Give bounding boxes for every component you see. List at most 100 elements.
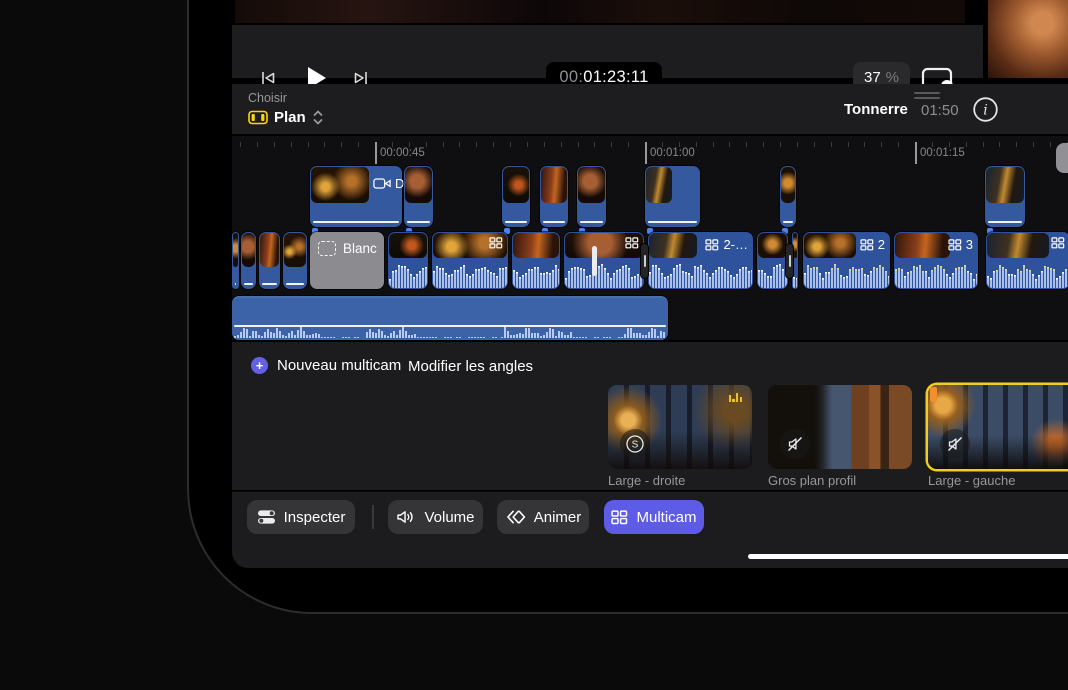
audio-waveform — [565, 261, 643, 288]
new-multicam-button[interactable]: + Nouveau multicam — [251, 357, 401, 374]
timeline-scroll-handle[interactable] — [1056, 143, 1068, 173]
clip-thumbnail — [758, 233, 787, 258]
ruler-tick — [308, 142, 309, 147]
connected-clip[interactable]: D — [310, 166, 402, 227]
toolbar-divider — [372, 505, 374, 529]
audio-clip[interactable] — [232, 296, 668, 340]
ruler-tick — [561, 142, 562, 147]
edit-angles-button[interactable]: Modifier les angles — [408, 358, 533, 375]
camera-icon — [373, 177, 391, 190]
selection-mode-dropdown[interactable]: Plan — [248, 109, 324, 126]
audio-muted-badge[interactable] — [940, 429, 970, 459]
connected-clip[interactable] — [540, 166, 568, 227]
multicam-grid-icon — [860, 239, 874, 251]
multicam-clip-tag: 3 — [948, 237, 973, 252]
multicam-clip-tag — [625, 237, 639, 249]
clip-label: Blanc — [343, 241, 377, 256]
multicam-clip-tag — [1051, 237, 1065, 249]
transition-marker[interactable] — [641, 244, 648, 278]
svg-text:i: i — [983, 103, 987, 119]
audio-source-badge[interactable]: S — [620, 429, 650, 459]
audio-waveform — [793, 261, 797, 288]
ruler-tick — [1016, 142, 1017, 147]
primary-clip[interactable] — [241, 232, 256, 289]
primary-clip[interactable] — [283, 232, 307, 289]
clip-thumbnail — [260, 233, 279, 267]
new-multicam-label: Nouveau multicam — [277, 357, 401, 374]
connected-clip[interactable] — [577, 166, 606, 227]
clip-info-bar: Choisir Plan Tonnerre 01:50 i — [232, 84, 1068, 134]
volume-button[interactable]: Volume — [388, 500, 483, 534]
ruler-tick — [426, 142, 427, 147]
ruler-tick — [729, 142, 730, 147]
clip-thumbnail — [389, 233, 427, 258]
horizontal-scrollbar[interactable] — [748, 554, 1068, 559]
through-edit-marker[interactable] — [592, 246, 597, 276]
drag-handle[interactable] — [914, 97, 940, 99]
ruler-tick — [966, 142, 967, 147]
ruler-tick — [898, 142, 899, 147]
clip-thumbnail — [646, 167, 672, 203]
zoom-unit: % — [886, 69, 899, 86]
ruler-tick — [848, 142, 849, 147]
ruler-tick — [797, 142, 798, 147]
primary-clip[interactable] — [232, 232, 239, 289]
screenshot-stage: 00:01:23:11 37% Choisir — [0, 0, 1068, 690]
audio-waveform — [649, 261, 752, 288]
ruler-tick — [864, 142, 865, 147]
ruler-tick — [476, 142, 477, 147]
primary-clip[interactable] — [259, 232, 280, 289]
multicam-clip[interactable]: 3 — [894, 232, 978, 289]
angle-thumbnail-large-droite[interactable]: S — [608, 385, 752, 469]
clip-bottom-line — [783, 221, 793, 223]
clip-bottom-line — [988, 221, 1022, 223]
placeholder-clip-blanc[interactable]: Blanc — [310, 232, 384, 289]
clip-thumbnail — [804, 233, 856, 258]
multicam-clip[interactable] — [512, 232, 560, 289]
connected-clip[interactable] — [404, 166, 433, 227]
clip-bottom-line — [648, 221, 697, 223]
multicam-button[interactable]: Multicam — [604, 500, 704, 534]
connected-clip[interactable] — [645, 166, 700, 227]
ruler-tick — [983, 142, 984, 147]
audio-muted-badge[interactable] — [780, 429, 810, 459]
inspector-icon — [257, 509, 276, 525]
ruler-tick — [341, 142, 342, 147]
clip-label: 3 — [966, 237, 973, 252]
connected-clip[interactable] — [502, 166, 530, 227]
clip-thumbnail — [503, 167, 529, 203]
multicam-clip-tag: 2 — [860, 237, 885, 252]
connected-clip[interactable] — [985, 166, 1025, 227]
ruler-tick — [881, 142, 882, 147]
ruler-tick — [831, 142, 832, 147]
multicam-clip[interactable]: 2 — [803, 232, 890, 289]
clip-camera-tag: D — [373, 176, 404, 191]
multicam-clip[interactable]: 2-… — [648, 232, 753, 289]
multicam-clip[interactable] — [564, 232, 644, 289]
clip-label: D — [395, 176, 404, 191]
clip-thumbnail — [793, 233, 797, 258]
ruler-tick — [257, 142, 258, 147]
drag-handle[interactable] — [914, 92, 940, 94]
angle-thumbnail-gros-plan-profil[interactable] — [768, 385, 912, 469]
placeholder-icon — [318, 241, 336, 256]
multicam-clip[interactable] — [757, 232, 788, 289]
connected-clip[interactable] — [780, 166, 796, 227]
animate-button[interactable]: Animer — [497, 500, 589, 534]
info-button[interactable]: i — [972, 96, 999, 123]
clip-bottom-line — [580, 221, 603, 223]
ruler-tick — [1050, 142, 1051, 147]
ruler-tick — [544, 142, 545, 147]
volume-label: Volume — [424, 509, 474, 526]
multicam-clip[interactable] — [986, 232, 1068, 289]
ruler-tick — [696, 142, 697, 147]
viewer-video-frame — [235, 0, 965, 23]
angle-thumbnail-large-gauche[interactable] — [928, 385, 1068, 469]
multicam-clip[interactable] — [432, 232, 508, 289]
timeline[interactable]: 00:00:45 00:01:00 00:01:15 DBlanc2-…23 — [232, 136, 1068, 340]
clip-thumbnail — [541, 167, 567, 203]
inspect-button[interactable]: Inspecter — [247, 500, 355, 534]
audio-meter-icon — [729, 392, 742, 402]
transition-marker[interactable] — [786, 244, 793, 278]
multicam-clip[interactable] — [388, 232, 428, 289]
